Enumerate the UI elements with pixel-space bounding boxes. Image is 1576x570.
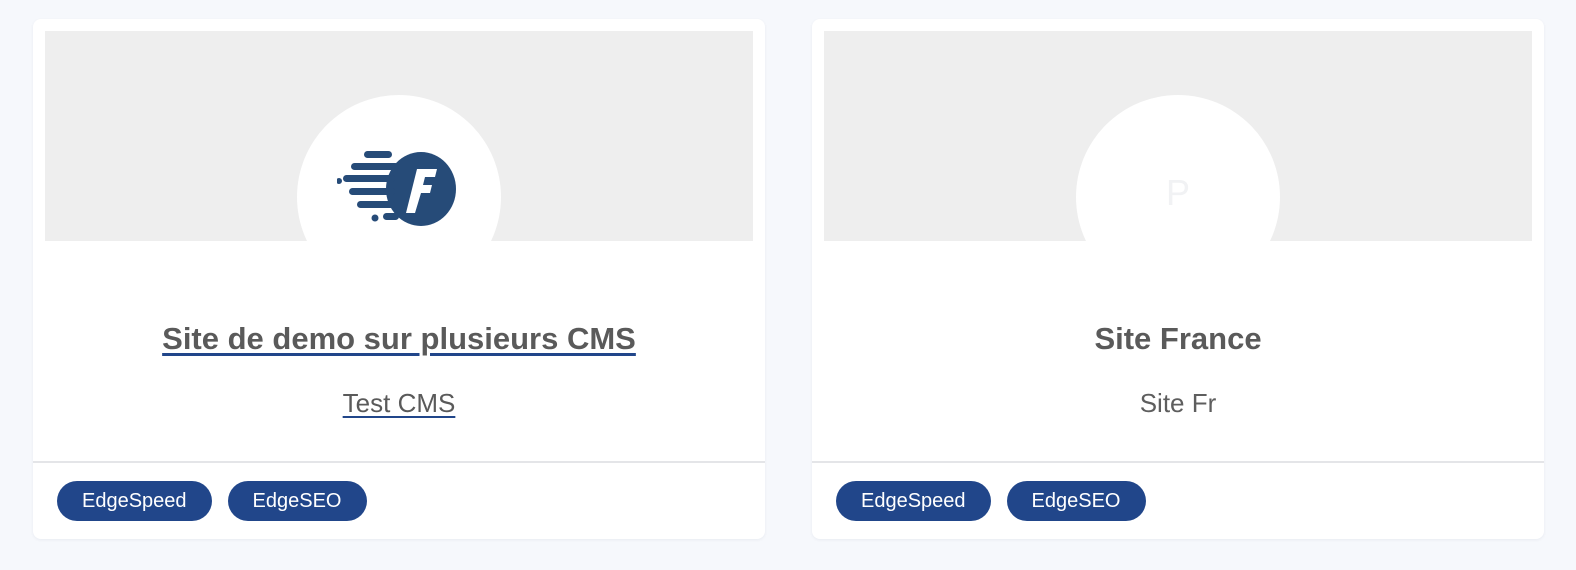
site-avatar: [297, 95, 501, 299]
product-tags: EdgeSpeed EdgeSEO: [57, 481, 367, 521]
tag-edgespeed[interactable]: EdgeSpeed: [836, 481, 991, 521]
card-divider: [812, 461, 1544, 463]
tag-edgespeed[interactable]: EdgeSpeed: [57, 481, 212, 521]
site-card: P Site France Site Fr EdgeSpeed EdgeSEO: [812, 19, 1544, 539]
speed-f-logo-icon: [337, 151, 456, 226]
site-subtitle: Test CMS: [33, 386, 765, 420]
site-avatar: P: [1076, 95, 1280, 299]
avatar-letter: P: [1165, 172, 1190, 213]
site-card: Site de demo sur plusieurs CMS Test CMS …: [33, 19, 765, 539]
site-subtitle-link[interactable]: Test CMS: [343, 388, 456, 418]
tag-edgeseo[interactable]: EdgeSEO: [1006, 481, 1146, 521]
site-title-link[interactable]: Site de demo sur plusieurs CMS: [162, 321, 636, 356]
product-tags: EdgeSpeed EdgeSEO: [836, 481, 1146, 521]
site-title: Site France: [1094, 321, 1262, 356]
site-card-grid: Site de demo sur plusieurs CMS Test CMS …: [0, 0, 1576, 570]
site-title: Site de demo sur plusieurs CMS: [33, 319, 765, 359]
site-subtitle: Site Fr: [1139, 388, 1217, 418]
tag-edgeseo[interactable]: EdgeSEO: [227, 481, 367, 521]
card-divider: [33, 461, 765, 463]
